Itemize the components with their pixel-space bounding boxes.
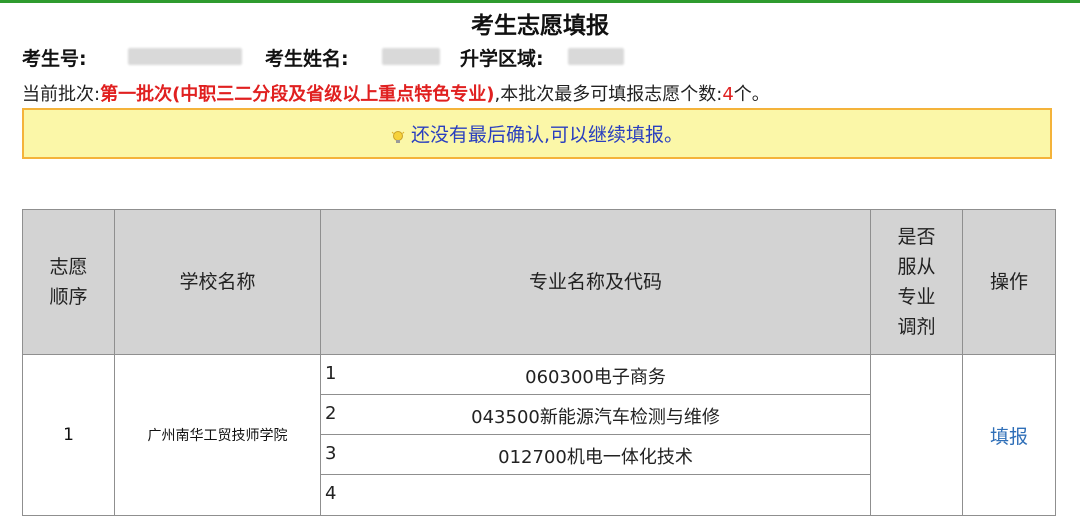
notice-banner: 还没有最后确认,可以继续填报。 xyxy=(22,108,1052,159)
header-action: 操作 xyxy=(962,209,1056,355)
candidate-name-label: 考生姓名: xyxy=(265,48,349,70)
top-accent-line xyxy=(0,0,1080,3)
row-order: 1 xyxy=(22,354,115,516)
major-slot[interactable]: 3 012700机电一体化技术 xyxy=(321,435,870,475)
header-adjust: 是否服从专业调剂 xyxy=(870,209,963,355)
notice-text: 还没有最后确认,可以继续填报。 xyxy=(410,124,684,146)
batch-suffix: 个。 xyxy=(733,84,770,105)
row-action: 填报 xyxy=(962,354,1056,516)
table-row: 1 广州南华工贸技师学院 1 060300电子商务 2 043500新能源汽车检… xyxy=(22,354,1056,516)
batch-middle-text: ,本批次最多可填报志愿个数: xyxy=(494,84,723,105)
major-slot-name: 060300电子商务 xyxy=(525,367,666,388)
major-slot-name: 043500新能源汽车检测与维修 xyxy=(471,407,720,428)
candidate-id-label: 考生号: xyxy=(22,48,87,70)
batch-prefix: 当前批次: xyxy=(22,84,101,105)
batch-info: 当前批次:第一批次(中职三二分段及省级以上重点特色专业),本批次最多可填报志愿个… xyxy=(22,80,770,106)
row-majors: 1 060300电子商务 2 043500新能源汽车检测与维修 3 012700… xyxy=(320,354,871,516)
header-major: 专业名称及代码 xyxy=(320,209,871,355)
major-slot[interactable]: 4 xyxy=(321,475,870,515)
row-school: 广州南华工贸技师学院 xyxy=(114,354,321,516)
batch-name: 第一批次(中职三二分段及省级以上重点特色专业) xyxy=(100,84,495,105)
region-label: 升学区域: xyxy=(460,48,544,70)
region-redacted xyxy=(568,48,624,65)
header-school: 学校名称 xyxy=(114,209,321,355)
major-slot-name: 012700机电一体化技术 xyxy=(498,447,693,468)
header-order: 志愿顺序 xyxy=(22,209,115,355)
batch-max-count: 4 xyxy=(722,84,734,105)
candidate-id-redacted xyxy=(128,48,242,65)
major-slot-number: 4 xyxy=(325,483,337,504)
lightbulb-icon xyxy=(391,129,405,145)
candidate-name-redacted xyxy=(382,48,440,65)
row-adjust xyxy=(870,354,963,516)
choices-table: 志愿顺序 学校名称 专业名称及代码 是否服从专业调剂 操作 1 广州南华工贸技师… xyxy=(22,209,1056,516)
major-slot[interactable]: 2 043500新能源汽车检测与维修 xyxy=(321,395,870,435)
table-header-row: 志愿顺序 学校名称 专业名称及代码 是否服从专业调剂 操作 xyxy=(22,209,1056,355)
major-slot[interactable]: 1 060300电子商务 xyxy=(321,355,870,395)
fill-in-link[interactable]: 填报 xyxy=(990,426,1028,448)
page-title: 考生志愿填报 xyxy=(471,13,609,39)
